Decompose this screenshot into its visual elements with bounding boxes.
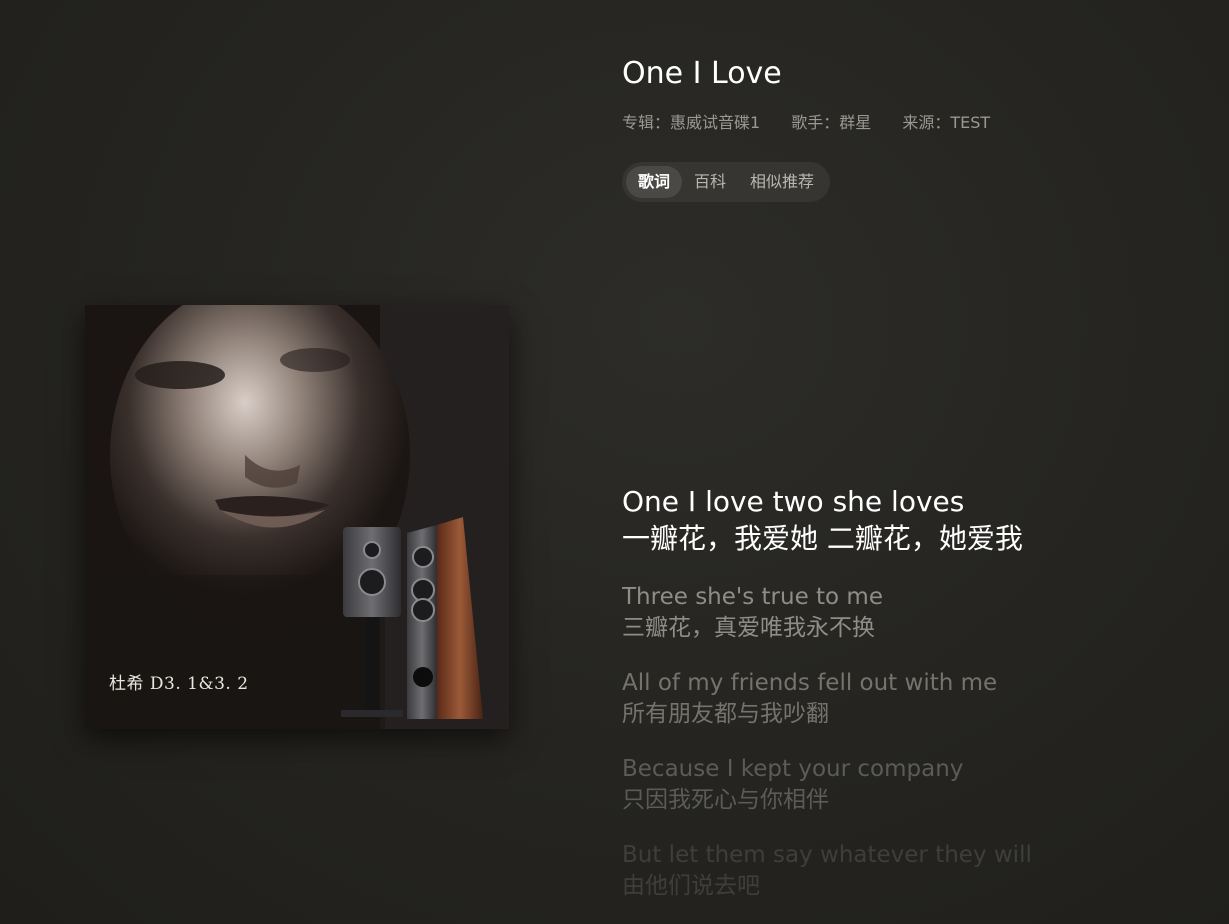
lyric-text-en: Three she's true to me (622, 584, 883, 610)
lyric-text-en: But let them say whatever they will (622, 842, 1032, 868)
lyric-text-en: All of my friends fell out with me (622, 670, 998, 696)
album-cover-caption: 杜希 D3. 1&3. 2 (109, 674, 249, 694)
album-link[interactable]: 专辑：惠威试音碟1 (622, 113, 760, 132)
source-label: 来源：TEST (902, 113, 991, 132)
artist-link[interactable]: 歌手：群星 (791, 113, 871, 132)
tab-similar[interactable]: 相似推荐 (738, 166, 826, 198)
song-meta: 专辑：惠威试音碟1 歌手：群星 来源：TEST (622, 109, 1016, 133)
lyric-text-zh: 所有朋友都与我吵翻 (622, 701, 829, 727)
lyric-line[interactable]: All of my friends fell out with me 所有朋友都… (622, 668, 1182, 730)
tab-encyclopedia[interactable]: 百科 (682, 166, 738, 198)
lyric-text-zh: 只因我死心与你相伴 (622, 787, 829, 813)
lyric-line-current[interactable]: One I love two she loves 一瓣花，我爱她 二瓣花，她爱我 (622, 484, 1182, 558)
lyric-text-zh: 三瓣花，真爱唯我永不换 (622, 615, 875, 641)
lyric-line[interactable]: Because I kept your company 只因我死心与你相伴 (622, 754, 1182, 816)
album-cover: 杜希 D3. 1&3. 2 (85, 305, 509, 729)
lyric-text-zh: 一瓣花，我爱她 二瓣花，她爱我 (622, 522, 1023, 555)
lyric-text-en: One I love two she loves (622, 485, 965, 518)
lyric-line[interactable]: But let them say whatever they will 由他们说… (622, 840, 1182, 902)
album-cover-art (85, 305, 509, 729)
lyric-text-zh: 由他们说去吧 (622, 873, 760, 899)
lyric-line[interactable]: Three she's true to me 三瓣花，真爱唯我永不换 (622, 582, 1182, 644)
lyric-text-en: Because I kept your company (622, 756, 964, 782)
lyrics-panel[interactable]: One I love two she loves 一瓣花，我爱她 二瓣花，她爱我… (622, 484, 1182, 904)
detail-tabs: 歌词 百科 相似推荐 (622, 162, 831, 202)
song-title: One I Love (622, 56, 782, 91)
tab-lyrics[interactable]: 歌词 (626, 166, 683, 198)
